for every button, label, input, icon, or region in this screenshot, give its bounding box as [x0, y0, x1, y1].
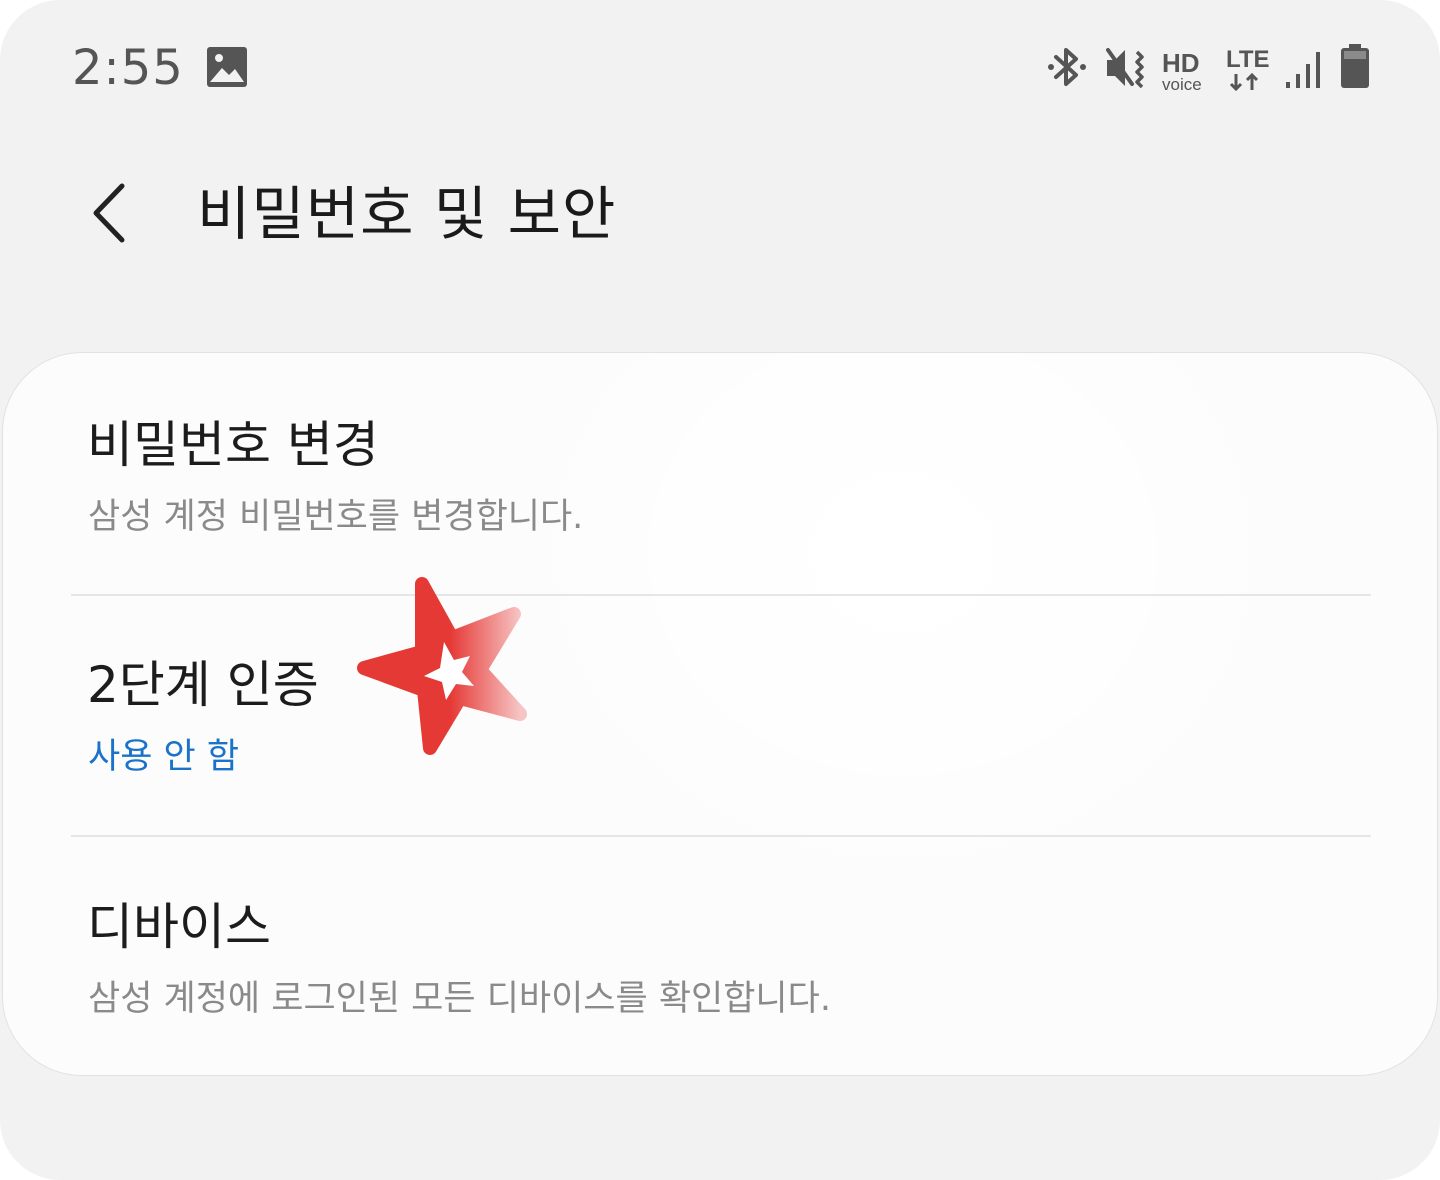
vibrate-icon [1106, 48, 1144, 89]
settings-card: 비밀번호 변경 삼성 계정 비밀번호를 변경합니다. 2단계 인증 사용 안 함… [2, 352, 1438, 1076]
settings-item-change-password[interactable]: 비밀번호 변경 삼성 계정 비밀번호를 변경합니다. [3, 353, 1437, 595]
star-marker-icon [357, 577, 527, 755]
settings-item-two-step-verification[interactable]: 2단계 인증 사용 안 함 [3, 596, 1437, 836]
item-subtitle: 삼성 계정에 로그인된 모든 디바이스를 확인합니다. [88, 979, 831, 1019]
lte-label: LTE [1226, 46, 1270, 73]
battery-icon [1341, 44, 1369, 88]
lte-arrows-icon [1229, 72, 1259, 92]
item-title: 비밀번호 변경 [87, 416, 379, 474]
settings-item-devices[interactable]: 디바이스 삼성 계정에 로그인된 모든 디바이스를 확인합니다. [3, 837, 1437, 1075]
status-bar: 2:55 HD voice LTE [0, 0, 1440, 130]
item-status: 사용 안 함 [88, 737, 240, 777]
bluetooth-icon [1048, 48, 1086, 86]
gallery-icon [207, 47, 247, 87]
status-icons: HD voice LTE [1046, 40, 1376, 94]
app-header: 비밀번호 및 보안 [0, 150, 1440, 280]
item-subtitle: 삼성 계정 비밀번호를 변경합니다. [88, 497, 584, 537]
item-title: 2단계 인증 [87, 656, 319, 714]
hd-label: HD [1162, 48, 1200, 78]
page-title: 비밀번호 및 보안 [197, 180, 617, 248]
hd-sublabel: voice [1162, 75, 1202, 94]
status-time: 2:55 [72, 40, 184, 96]
screen: 2:55 HD voice LTE 비밀번호 및 보안 비밀번호 변경 삼성 계… [0, 0, 1440, 1180]
hd-voice-icon: HD voice [1162, 48, 1212, 94]
back-button[interactable] [78, 178, 142, 248]
item-title: 디바이스 [87, 898, 271, 956]
chevron-left-icon [93, 183, 125, 243]
signal-icon [1286, 52, 1320, 88]
lte-icon: LTE [1226, 46, 1270, 92]
